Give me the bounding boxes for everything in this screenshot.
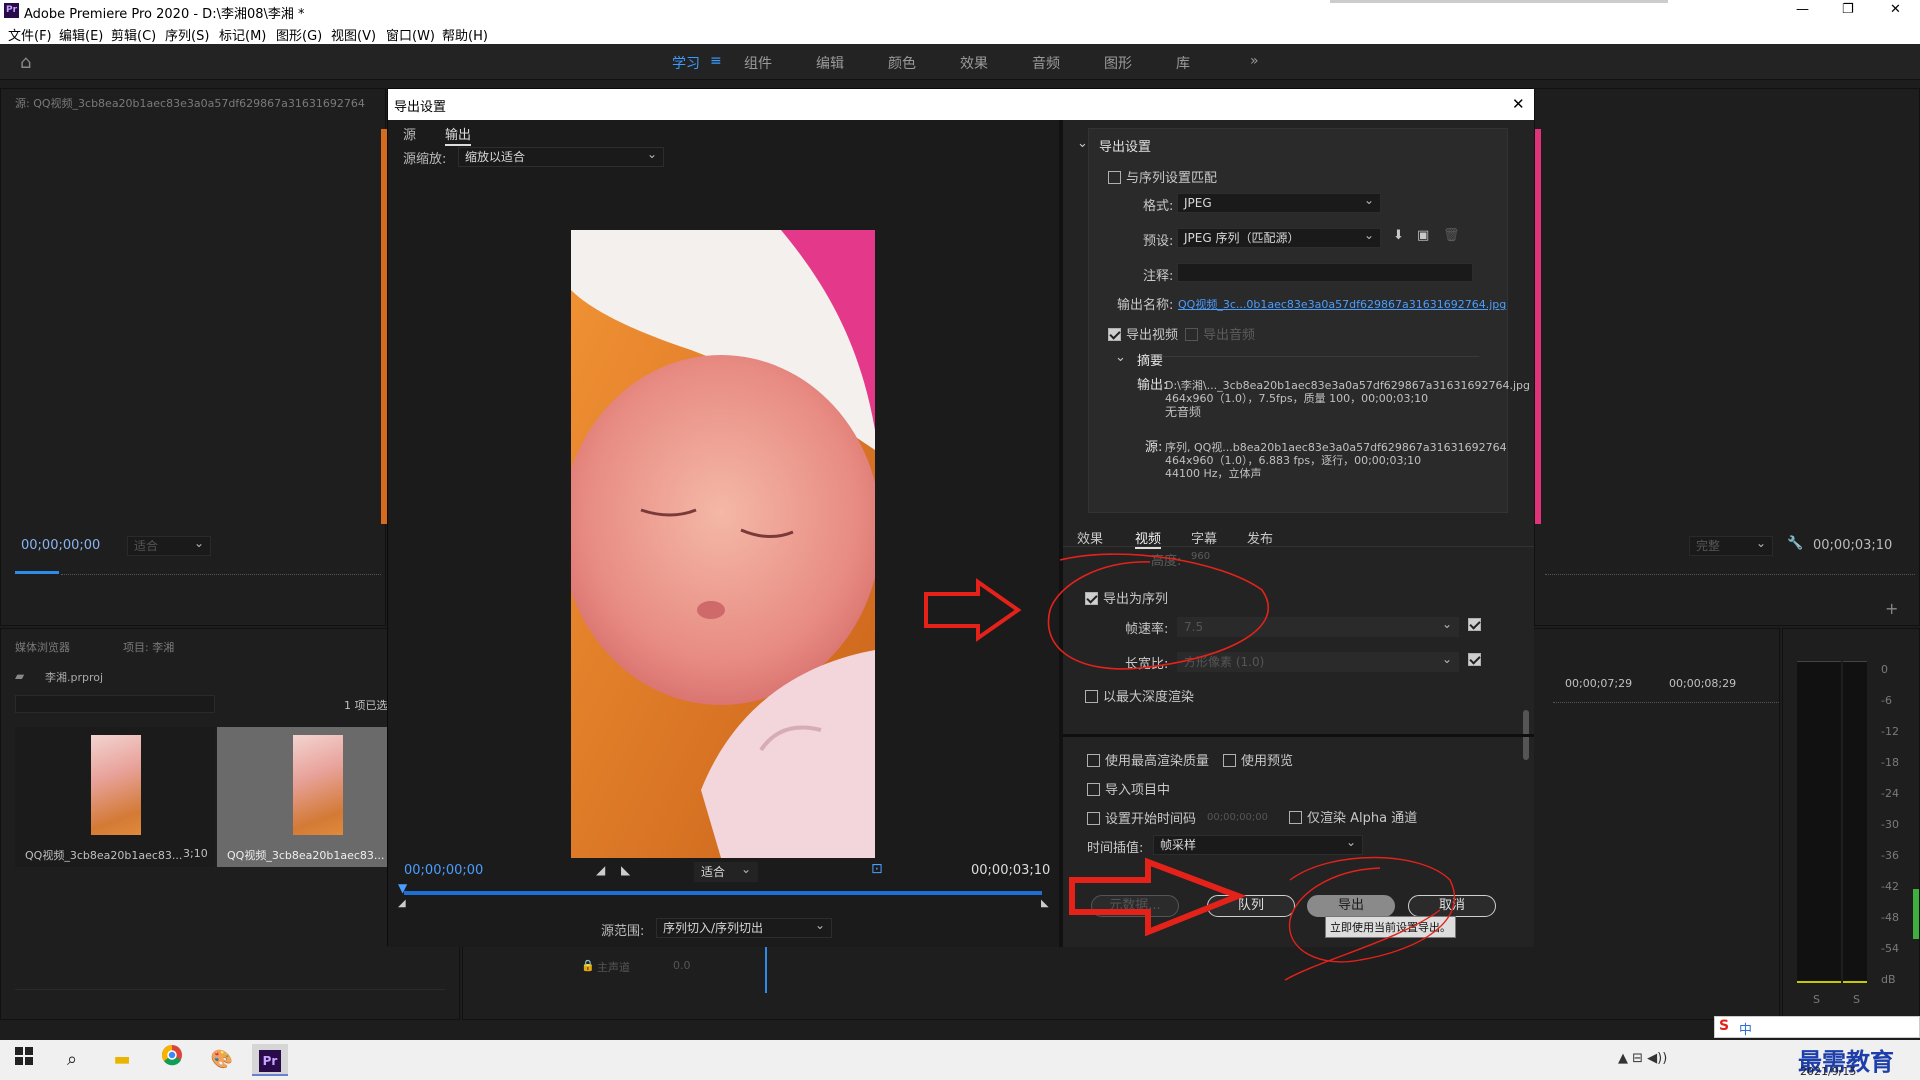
paint-icon[interactable]: 🎨	[204, 1044, 240, 1076]
search-icon[interactable]: ⌕	[54, 1044, 90, 1076]
windows-icon[interactable]	[6, 1044, 42, 1076]
chrome-icon[interactable]	[154, 1044, 190, 1076]
sogou-icon: S	[1719, 1018, 1730, 1034]
premiere-icon[interactable]: Pr	[252, 1044, 288, 1076]
annotation-overlay	[924, 553, 1456, 981]
circle-sequence-annotation	[1047, 553, 1269, 670]
file-explorer-icon[interactable]: ▬	[104, 1044, 140, 1076]
taskbar: ⌕ ▬ 🎨 Pr S 中 ▲ ⊟ ◀)) 最需教育 2021/9/15	[0, 1016, 1920, 1080]
clock-date: 2021/9/15	[1800, 1065, 1857, 1078]
arrow-right-annotation	[924, 578, 1022, 642]
ime-toolbar[interactable]: S 中	[1714, 1016, 1920, 1038]
premiere-logo: Pr	[259, 1050, 281, 1072]
arrow-queue-annotation	[1069, 857, 1247, 937]
system-tray-icons[interactable]: ▲ ⊟ ◀))	[1618, 1051, 1667, 1066]
circle-export-annotation	[1284, 856, 1456, 981]
ime-mode[interactable]: 中	[1739, 1019, 1752, 1038]
